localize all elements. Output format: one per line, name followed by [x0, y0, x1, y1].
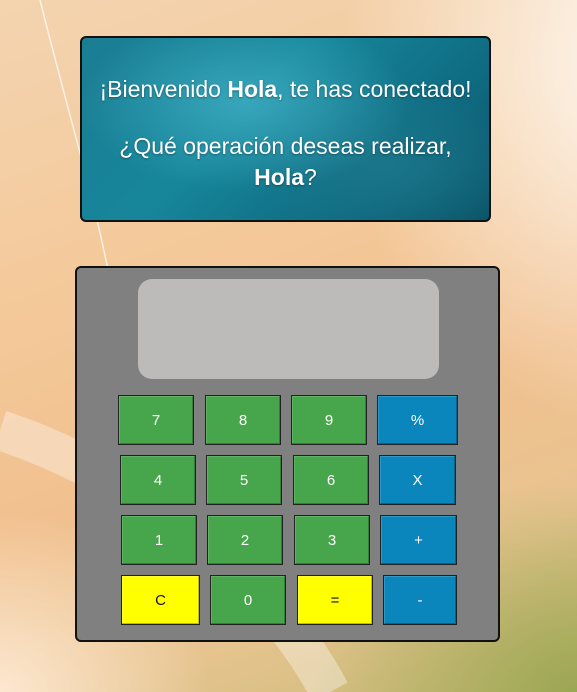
key-3[interactable]: 3	[294, 515, 370, 565]
welcome-message: ¡Bienvenido Hola, te has conectado!	[82, 74, 489, 105]
key-minus[interactable]: -	[383, 575, 457, 625]
question-suffix: ?	[304, 164, 317, 190]
operation-question: ¿Qué operación deseas realizar, Hola?	[112, 131, 459, 193]
question-username: Hola	[254, 164, 305, 190]
welcome-panel: ¡Bienvenido Hola, te has conectado! ¿Qué…	[80, 36, 491, 222]
welcome-suffix: , te has conectado!	[277, 76, 472, 102]
key-0[interactable]: 0	[210, 575, 286, 625]
key-2[interactable]: 2	[207, 515, 283, 565]
question-prefix: ¿Qué operación deseas realizar,	[119, 133, 452, 159]
key-plus[interactable]: +	[380, 515, 457, 565]
calculator: 7 8 9 % 4 5 6 X 1 2 3 + C 0 = -	[75, 266, 500, 642]
key-9[interactable]: 9	[291, 395, 367, 445]
key-clear[interactable]: C	[121, 575, 200, 625]
key-8[interactable]: 8	[205, 395, 281, 445]
key-equals[interactable]: =	[297, 575, 373, 625]
key-6[interactable]: 6	[293, 455, 369, 505]
key-4[interactable]: 4	[120, 455, 196, 505]
key-multiply[interactable]: X	[379, 455, 456, 505]
key-1[interactable]: 1	[121, 515, 197, 565]
key-5[interactable]: 5	[206, 455, 282, 505]
welcome-prefix: ¡Bienvenido	[99, 76, 228, 102]
key-percent[interactable]: %	[377, 395, 458, 445]
calculator-display	[138, 279, 439, 379]
key-7[interactable]: 7	[118, 395, 194, 445]
welcome-username: Hola	[227, 76, 278, 102]
